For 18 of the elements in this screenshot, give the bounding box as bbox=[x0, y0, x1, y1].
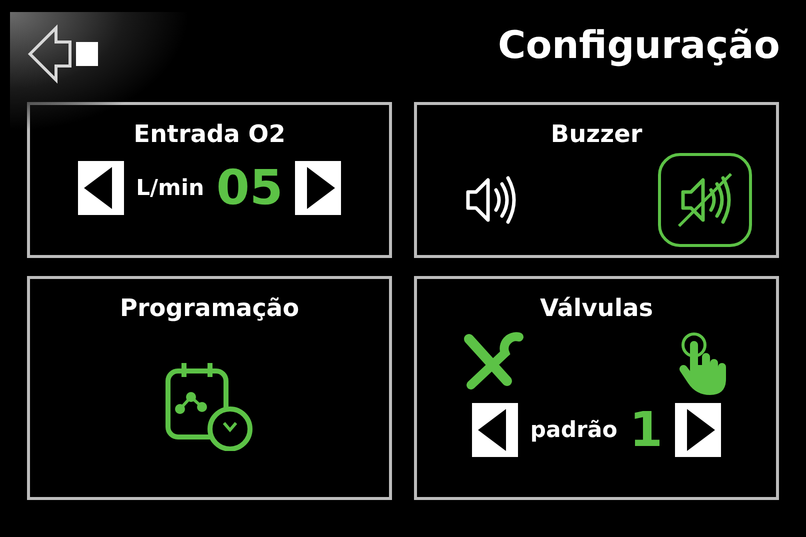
panel-title: Entrada O2 bbox=[134, 119, 286, 149]
mute-button[interactable] bbox=[658, 153, 752, 247]
settings-panel[interactable]: Entrada O2 L/min 05 bbox=[27, 102, 392, 258]
unit-label: L/min bbox=[136, 174, 204, 202]
settings-panel[interactable]: Válvulas padrão 1 bbox=[414, 276, 779, 500]
settings-panel[interactable]: Buzzer bbox=[414, 102, 779, 258]
page-title: Configuração bbox=[498, 22, 781, 64]
decrease-button[interactable] bbox=[78, 161, 124, 215]
increase-button[interactable] bbox=[294, 161, 341, 215]
settings-panel[interactable]: Programação bbox=[27, 276, 392, 500]
value-readout: 1 bbox=[629, 406, 663, 454]
panel-title: Programação bbox=[120, 293, 300, 323]
value-readout: 05 bbox=[216, 164, 283, 212]
panel-title: Válvulas bbox=[540, 293, 654, 323]
unit-label: padrão bbox=[530, 416, 618, 444]
panel-title: Buzzer bbox=[550, 119, 642, 149]
increase-button[interactable] bbox=[674, 403, 721, 457]
decrease-button[interactable] bbox=[472, 403, 518, 457]
